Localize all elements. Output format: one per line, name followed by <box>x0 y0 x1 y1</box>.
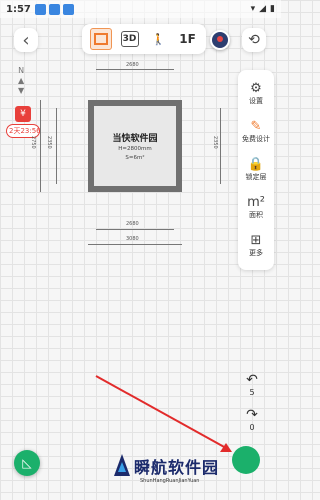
watermark-logo-icon <box>114 454 130 476</box>
watermark-subtitle: ShunHangRuanJianYuan <box>140 478 200 484</box>
watermark: 瞬航软件园 ShunHangRuanJianYuan <box>112 446 278 496</box>
watermark-title: 瞬航软件园 <box>134 458 220 477</box>
annotation-arrow <box>95 375 232 452</box>
